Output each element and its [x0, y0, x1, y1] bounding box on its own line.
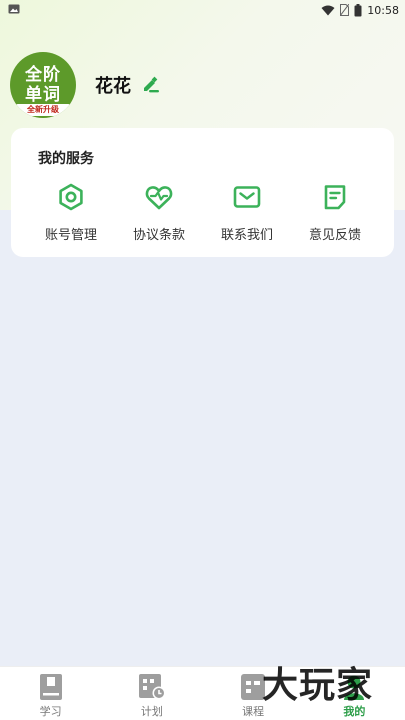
nav-study[interactable]: 学习 — [0, 667, 101, 720]
heart-wave-icon — [144, 182, 174, 212]
service-feedback[interactable]: 意见反馈 — [291, 182, 379, 243]
calendar-clock-icon — [138, 674, 166, 700]
service-label: 协议条款 — [132, 228, 185, 243]
services-card: 我的服务 账号管理 协议条款 联系我们 意见反馈 — [11, 128, 394, 257]
profile-header: 全阶 单词 全新升级 花花 — [10, 52, 161, 118]
service-contact-us[interactable]: 联系我们 — [203, 182, 291, 243]
bottom-nav: 学习 计划 课程 我的 — [0, 666, 405, 720]
service-label: 意见反馈 — [308, 228, 361, 243]
sim-icon — [340, 4, 350, 16]
nav-course[interactable]: 课程 — [203, 667, 304, 720]
wifi-icon — [321, 5, 335, 16]
nav-plan[interactable]: 计划 — [101, 667, 202, 720]
service-agreement-terms[interactable]: 协议条款 — [115, 182, 203, 243]
person-icon — [342, 674, 366, 700]
status-time: 10:58 — [367, 3, 399, 17]
nav-label: 我的 — [343, 705, 366, 718]
service-account-management[interactable]: 账号管理 — [27, 182, 115, 243]
logo-line-1: 全阶 — [25, 65, 61, 85]
nav-mine[interactable]: 我的 — [304, 667, 405, 720]
app-logo[interactable]: 全阶 单词 全新升级 — [10, 52, 76, 118]
service-label: 账号管理 — [44, 228, 97, 243]
edit-pencil-icon[interactable] — [141, 76, 161, 94]
mail-icon — [232, 182, 262, 212]
note-icon — [320, 182, 350, 212]
service-label: 联系我们 — [220, 228, 273, 243]
nav-label: 学习 — [39, 705, 62, 718]
gallery-notification-icon — [8, 4, 20, 17]
hexagon-gear-icon — [56, 182, 86, 212]
services-title: 我的服务 — [38, 151, 94, 167]
username: 花花 — [95, 76, 131, 97]
book-icon — [39, 674, 63, 700]
status-bar: 10:58 — [0, 0, 405, 20]
nav-label: 课程 — [242, 705, 265, 718]
course-grid-icon — [241, 674, 266, 700]
logo-line-2: 单词 — [25, 85, 61, 105]
logo-tag: 全新升级 — [16, 104, 70, 116]
battery-icon — [354, 3, 362, 17]
nav-label: 计划 — [140, 705, 163, 718]
